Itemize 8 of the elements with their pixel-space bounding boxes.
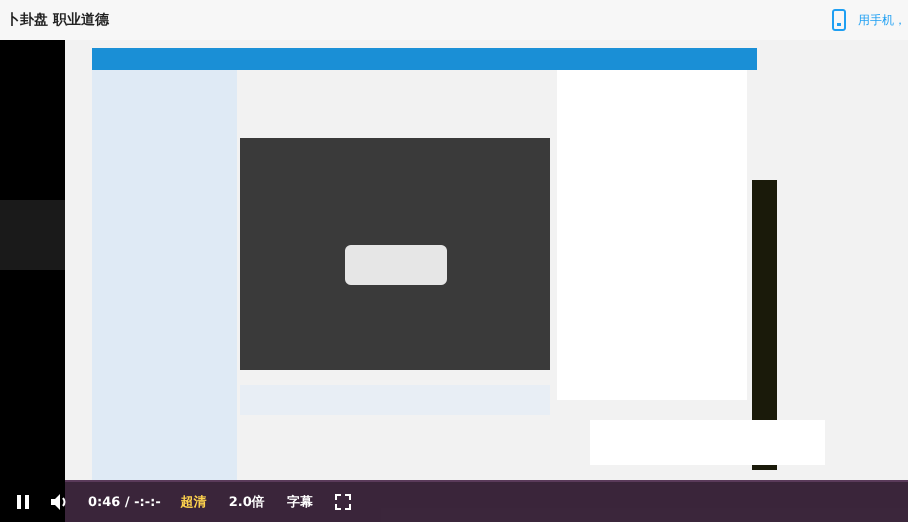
page-title: 卜卦盘 职业道德 (6, 11, 109, 29)
speed-button[interactable]: 2.0倍 (226, 491, 267, 513)
quality-button[interactable]: 超清 (178, 491, 209, 513)
phone-icon (832, 9, 846, 31)
playback-time: 0:46 / -:-:- (88, 494, 161, 510)
fullscreen-button[interactable] (332, 492, 353, 512)
pause-button[interactable] (14, 492, 32, 512)
subtitles-button[interactable]: 字幕 (284, 491, 315, 513)
